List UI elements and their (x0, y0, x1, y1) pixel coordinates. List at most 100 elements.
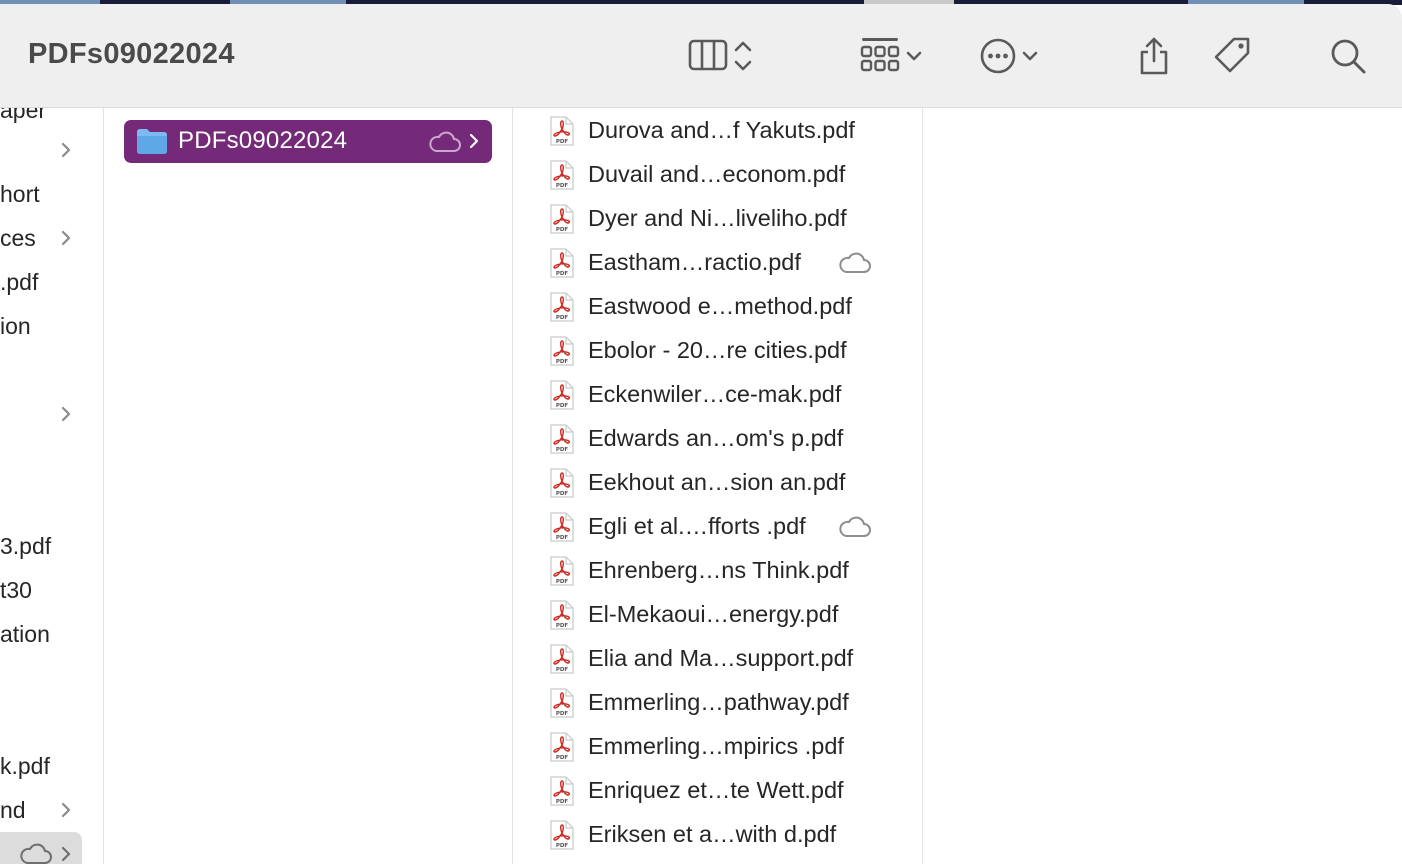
toolbar: PDFs09022024 (0, 4, 1402, 108)
file-row[interactable]: PDF Eckenwiler…ce-mak.pdf (513, 373, 922, 417)
parent-list-item[interactable]: k.pdf (0, 744, 103, 788)
file-name: Elia and Ma…support.pdf (588, 645, 854, 671)
file-row[interactable]: PDF Duvail and…econom.pdf (513, 153, 922, 197)
columns-icon (688, 39, 728, 71)
parent-list-item[interactable] (0, 128, 103, 172)
folder-row-selected[interactable]: PDFs09022024 (124, 120, 492, 163)
parent-list-item[interactable]: t30 (0, 568, 103, 612)
file-row[interactable]: PDF Elia and Ma…support.pdf (513, 637, 922, 681)
pdf-file-icon: PDF (549, 776, 575, 811)
file-row[interactable]: PDF Emmerling…mpirics .pdf (513, 725, 922, 769)
file-name: Emmerling…pathway.pdf (588, 689, 849, 715)
window-title: PDFs09022024 (28, 38, 235, 70)
svg-text:PDF: PDF (556, 535, 569, 541)
pdf-file-icon: PDF (549, 292, 575, 327)
column-view-button[interactable] (688, 32, 756, 80)
file-name: Eastwood e…method.pdf (588, 293, 852, 319)
parent-list-item[interactable]: hort (0, 172, 103, 216)
file-row[interactable]: PDF Emmerling…pathway.pdf (513, 681, 922, 725)
cloud-icon (20, 843, 52, 864)
pdf-file-icon: PDF (549, 380, 575, 415)
parent-list-item[interactable]: ion (0, 304, 103, 348)
search-button[interactable] (1328, 32, 1368, 80)
parent-list-item[interactable] (0, 480, 103, 524)
file-name: Ehrenberg…ns Think.pdf (588, 557, 849, 583)
svg-text:PDF: PDF (556, 139, 569, 145)
parent-list-item-label: ion (0, 313, 31, 339)
parent-list-item[interactable] (0, 436, 103, 480)
pdf-file-icon: PDF (549, 116, 575, 151)
svg-text:PDF: PDF (556, 447, 569, 453)
svg-text:PDF: PDF (556, 183, 569, 189)
chevron-right-icon (59, 788, 73, 832)
parent-list-item[interactable] (0, 700, 103, 744)
parent-list-item[interactable] (0, 392, 103, 436)
ellipsis-icon (980, 38, 1016, 74)
chevron-right-icon (59, 128, 73, 172)
pdf-file-icon: PDF (549, 336, 575, 371)
cloud-icon (837, 251, 873, 280)
cloud-icon (429, 131, 461, 152)
parent-list-item-label: nd (0, 797, 26, 823)
parent-list-item-label: .pdf (0, 269, 39, 295)
pdf-file-icon: PDF (549, 644, 575, 679)
parent-list-item[interactable]: .pdf (0, 260, 103, 304)
svg-text:PDF: PDF (556, 579, 569, 585)
svg-text:PDF: PDF (556, 667, 569, 673)
file-row[interactable]: PDF Eastwood e…method.pdf (513, 285, 922, 329)
file-name: Eastham…ractio.pdf (588, 249, 801, 275)
tag-button[interactable] (1212, 32, 1254, 80)
parent-column: aper hort ces .pdf ion 3.pdf t30 ation k.pdf nd (0, 108, 104, 864)
chevron-right-icon (61, 846, 71, 862)
file-row[interactable]: PDF Ehrenberg…ns Think.pdf (513, 549, 922, 593)
pdf-file-icon: PDF (549, 820, 575, 855)
finder-window: PDFs09022024 aper hort ces .pdf ion 3.pd… (0, 0, 1402, 864)
chevron-right-icon (59, 392, 73, 436)
parent-list-item-label: ation (0, 621, 50, 647)
pdf-file-icon: PDF (549, 424, 575, 459)
file-row[interactable]: PDF Ebolor - 20…re cities.pdf (513, 329, 922, 373)
file-name: Edwards an…om's p.pdf (588, 425, 844, 451)
file-name: Emmerling…mpirics .pdf (588, 733, 844, 759)
search-icon (1331, 39, 1366, 74)
file-name: Dyer and Ni…liveliho.pdf (588, 205, 847, 231)
file-row[interactable]: PDF Eriksen et a…with d.pdf (513, 813, 922, 857)
file-name: Egli et al.…fforts .pdf (588, 513, 806, 539)
share-button[interactable] (1136, 32, 1172, 80)
parent-list-item[interactable]: ation (0, 612, 103, 656)
file-name: Ebolor - 20…re cities.pdf (588, 337, 847, 363)
parent-list-item[interactable]: ces (0, 216, 103, 260)
file-row[interactable]: PDF Enriquez et…te Wett.pdf (513, 769, 922, 813)
file-row[interactable]: PDF Dyer and Ni…liveliho.pdf (513, 197, 922, 241)
svg-text:PDF: PDF (556, 755, 569, 761)
parent-list-item[interactable] (0, 656, 103, 700)
selected-parent-row[interactable] (0, 832, 82, 864)
file-row[interactable]: PDF El-Mekaoui…energy.pdf (513, 593, 922, 637)
file-row[interactable]: PDF Eekhout an…sion an.pdf (513, 461, 922, 505)
svg-text:PDF: PDF (556, 227, 569, 233)
file-name: Eriksen et a…with d.pdf (588, 821, 837, 847)
file-row[interactable]: PDF Eastham…ractio.pdf (513, 241, 922, 285)
file-row[interactable]: PDF Edwards an…om's p.pdf (513, 417, 922, 461)
svg-text:PDF: PDF (556, 359, 569, 365)
file-name: Durova and…f Yakuts.pdf (588, 117, 855, 143)
svg-text:PDF: PDF (556, 491, 569, 497)
parent-list-item[interactable] (0, 348, 103, 392)
file-name: El-Mekaoui…energy.pdf (588, 601, 839, 627)
group-button[interactable] (858, 32, 926, 80)
file-column: PDF Durova and…f Yakuts.pdf PDF Duvail and…… (513, 108, 923, 864)
pdf-file-icon: PDF (549, 556, 575, 591)
chevron-down-icon (906, 51, 922, 61)
file-row[interactable]: PDF Durova and…f Yakuts.pdf (513, 109, 922, 153)
parent-list-item[interactable]: nd (0, 788, 103, 832)
pdf-file-icon: PDF (549, 688, 575, 723)
pdf-file-icon: PDF (549, 732, 575, 767)
chevron-down-icon (1022, 51, 1038, 61)
parent-list-item[interactable]: 3.pdf (0, 524, 103, 568)
parent-list-item-label: hort (0, 181, 40, 207)
file-row[interactable]: PDF Egli et al.…fforts .pdf (513, 505, 922, 549)
svg-text:PDF: PDF (556, 315, 569, 321)
file-name: Eckenwiler…ce-mak.pdf (588, 381, 842, 407)
folder-icon (137, 129, 167, 154)
more-actions-button[interactable] (978, 32, 1042, 80)
